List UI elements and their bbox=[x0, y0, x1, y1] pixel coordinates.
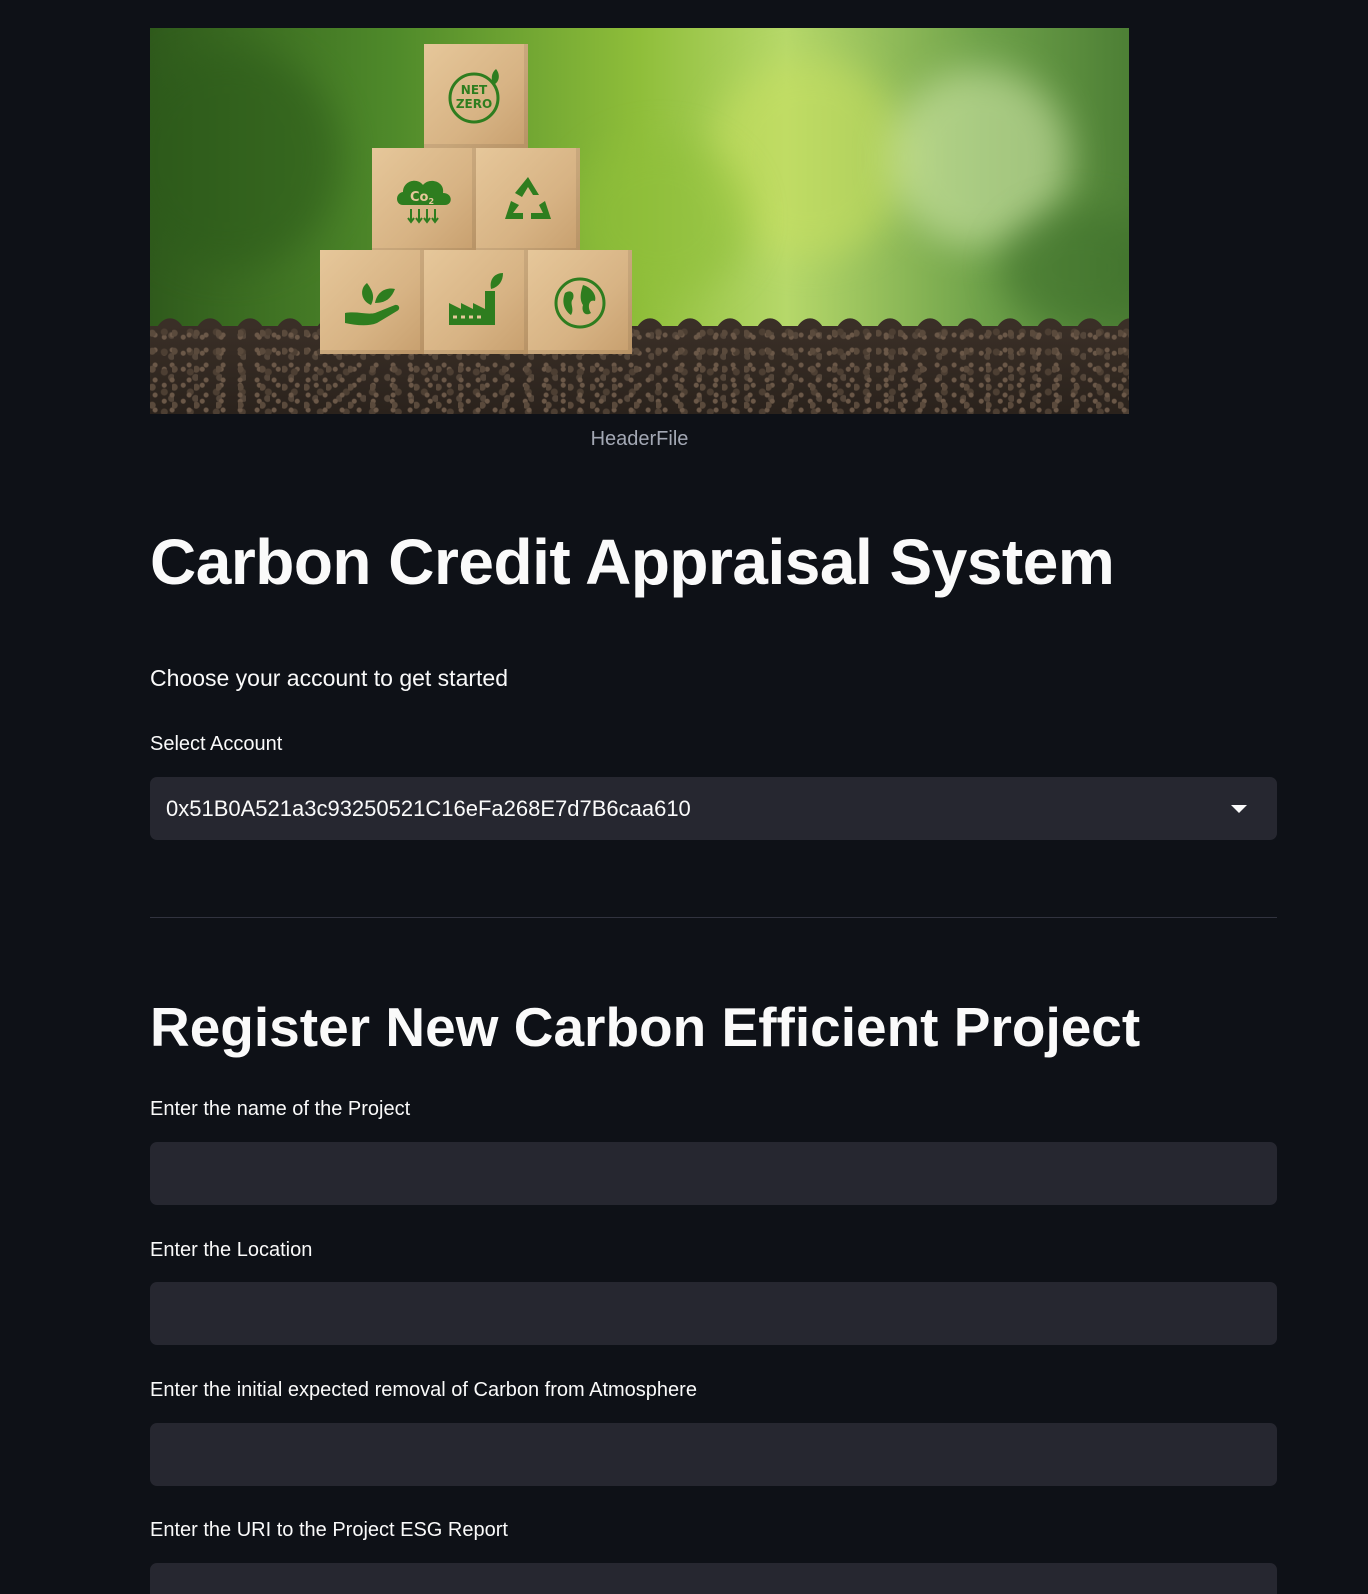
cube-recycle bbox=[476, 148, 580, 252]
header-image: NET ZERO Co2 bbox=[150, 28, 1129, 414]
project-name-label: Enter the name of the Project bbox=[150, 1098, 411, 1120]
carbon-removal-input[interactable] bbox=[150, 1423, 1277, 1486]
app-main: NET ZERO Co2 HeaderFile Carbon Credit Ap… bbox=[0, 0, 1368, 1594]
account-select-value: 0x51B0A521a3c93250521C16eFa268E7d7B6caa6… bbox=[166, 795, 691, 821]
section-divider bbox=[150, 917, 1277, 918]
co2-cloud-icon: Co2 bbox=[397, 180, 451, 224]
esg-report-uri-input[interactable] bbox=[150, 1563, 1277, 1594]
esg-report-uri-label: Enter the URI to the Project ESG Report bbox=[150, 1519, 508, 1541]
register-heading: Register New Carbon Efficient Project bbox=[150, 996, 1141, 1058]
cube-hand-leaf bbox=[320, 250, 424, 354]
location-label: Enter the Location bbox=[150, 1239, 313, 1261]
svg-text:NET: NET bbox=[461, 83, 488, 97]
cube-globe bbox=[528, 250, 632, 354]
hand-leaf-icon bbox=[345, 283, 400, 326]
account-select[interactable]: 0x51B0A521a3c93250521C16eFa268E7d7B6caa6… bbox=[150, 777, 1277, 840]
carbon-removal-label: Enter the initial expected removal of Ca… bbox=[150, 1379, 697, 1401]
page-subtitle: Choose your account to get started bbox=[150, 665, 508, 691]
chevron-down-icon[interactable] bbox=[1231, 804, 1247, 813]
project-name-input[interactable] bbox=[150, 1142, 1277, 1205]
header-image-caption: HeaderFile bbox=[590, 428, 689, 450]
factory-leaf-icon bbox=[449, 273, 503, 325]
location-input[interactable] bbox=[150, 1282, 1277, 1345]
svg-text:ZERO: ZERO bbox=[456, 97, 492, 111]
cube-factory bbox=[424, 250, 528, 354]
net-zero-icon: NET ZERO bbox=[448, 69, 500, 124]
soil bbox=[150, 326, 1129, 414]
cube-net-zero: NET ZERO bbox=[424, 44, 528, 148]
cube-co2: Co2 bbox=[372, 148, 476, 252]
select-account-label: Select Account bbox=[150, 733, 283, 755]
recycle-icon bbox=[505, 177, 551, 219]
page-title: Carbon Credit Appraisal System bbox=[150, 526, 1115, 598]
globe-icon bbox=[554, 277, 606, 329]
